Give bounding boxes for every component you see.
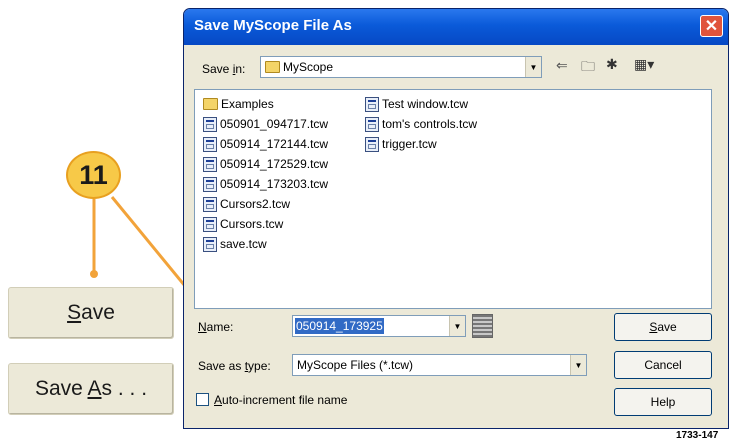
cancel-button[interactable]: Cancel <box>614 351 712 379</box>
folder-icon <box>203 98 218 110</box>
list-item[interactable]: save.tcw <box>203 234 328 254</box>
list-item[interactable]: Cursors.tcw <box>203 214 328 234</box>
file-icon <box>203 116 217 132</box>
close-icon: ✕ <box>704 18 719 35</box>
list-item[interactable]: 050901_094717.tcw <box>203 114 328 134</box>
list-item[interactable]: 050914_172529.tcw <box>203 154 328 174</box>
file-icon <box>365 116 379 132</box>
auto-increment-label: Auto-increment file name <box>214 393 348 407</box>
list-item[interactable]: Cursors2.tcw <box>203 194 328 214</box>
save-in-dropdown[interactable]: MyScope ▼ <box>260 56 542 78</box>
keypad-icon[interactable] <box>472 314 493 338</box>
file-icon <box>203 156 217 172</box>
save-as-type-label: Save as type: <box>198 359 271 373</box>
name-value-wrapper: 050914_173925 <box>293 318 449 334</box>
help-button-label: Help <box>650 395 676 409</box>
new-folder-icon[interactable]: ✱ <box>606 56 618 73</box>
name-value: 050914_173925 <box>295 318 384 334</box>
file-icon <box>365 136 379 152</box>
save-dialog: Save MyScope File As ✕ Save in: MyScope … <box>183 8 729 429</box>
file-icon <box>203 136 217 152</box>
save-button[interactable]: Save <box>614 313 712 341</box>
cancel-button-label: Cancel <box>644 358 682 372</box>
figure-number: 1733-147 <box>676 430 719 441</box>
auto-increment-checkbox[interactable] <box>196 393 209 406</box>
chevron-down-icon[interactable]: ▼ <box>449 316 465 336</box>
list-item[interactable]: tom's controls.tcw <box>365 114 477 134</box>
file-column-1: Examples 050901_094717.tcw 050914_172144… <box>203 94 328 254</box>
save-as-type-dropdown[interactable]: MyScope Files (*.tcw) ▼ <box>292 354 587 376</box>
side-save-as-label: Save As . . . <box>34 377 148 400</box>
view-menu-icon[interactable]: ▦▾ <box>634 56 654 73</box>
file-icon <box>203 216 217 232</box>
list-item[interactable]: 050914_173203.tcw <box>203 174 328 194</box>
help-button[interactable]: Help <box>614 388 712 416</box>
chevron-down-icon[interactable]: ▼ <box>525 57 541 77</box>
file-icon <box>203 236 217 252</box>
list-item[interactable]: Examples <box>203 94 328 114</box>
up-folder-icon[interactable]: 🗀 <box>581 56 595 80</box>
list-item[interactable]: trigger.tcw <box>365 134 477 154</box>
name-label: Name: <box>198 320 234 334</box>
file-column-2: Test window.tcw tom's controls.tcw trigg… <box>365 94 477 154</box>
dialog-titlebar: Save MyScope File As ✕ <box>184 9 728 45</box>
save-as-type-value: MyScope Files (*.tcw) <box>297 358 414 372</box>
dialog-title: Save MyScope File As <box>194 17 352 34</box>
file-icon <box>365 96 379 112</box>
close-button[interactable]: ✕ <box>700 15 723 37</box>
side-save-label: Save <box>67 301 115 324</box>
list-item[interactable]: 050914_172144.tcw <box>203 134 328 154</box>
save-in-value: MyScope <box>283 60 334 74</box>
chevron-down-icon[interactable]: ▼ <box>570 355 586 375</box>
back-arrow-icon[interactable]: ⇐ <box>556 57 568 74</box>
file-icon <box>203 176 217 192</box>
save-button-label: Save <box>649 320 677 334</box>
callout-dot-save <box>90 270 98 278</box>
file-icon <box>203 196 217 212</box>
folder-icon <box>265 61 280 73</box>
file-list[interactable]: Examples 050901_094717.tcw 050914_172144… <box>194 89 712 309</box>
side-save-as-button[interactable]: Save As . . . <box>8 363 174 415</box>
save-in-label: Save in: <box>202 62 246 76</box>
list-item[interactable]: Test window.tcw <box>365 94 477 114</box>
callout-badge: 11 <box>66 151 121 199</box>
name-input[interactable]: 050914_173925 ▼ <box>292 315 466 337</box>
side-save-button[interactable]: Save <box>8 287 174 339</box>
